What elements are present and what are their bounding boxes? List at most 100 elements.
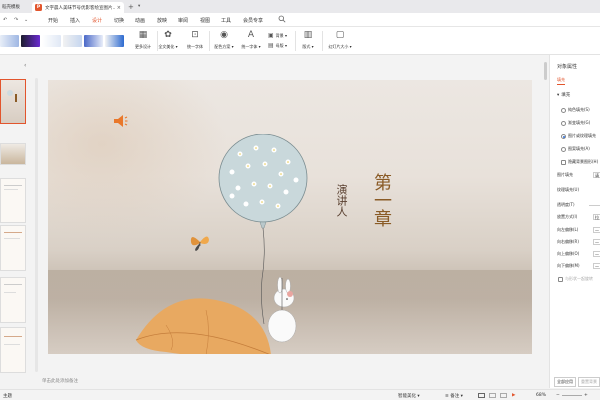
fill-section-header[interactable]: ▾ 填充 bbox=[557, 92, 570, 99]
color-scheme-button[interactable]: ◉ 配色方案 ▾ bbox=[211, 30, 237, 50]
menu-insert[interactable]: 插入 bbox=[70, 17, 80, 24]
tab-list-chevron-icon[interactable]: ▾ bbox=[138, 4, 140, 9]
offset-left-input[interactable]: — bbox=[593, 227, 600, 233]
template-thumb[interactable] bbox=[21, 35, 40, 47]
placement-select[interactable]: 拉 bbox=[593, 214, 600, 220]
zoom-slider[interactable] bbox=[562, 395, 582, 396]
radio-pattern-fill[interactable]: 图案填充(A) bbox=[561, 146, 590, 152]
master-button[interactable]: ▤ 母版 ▾ bbox=[268, 42, 287, 49]
scrollbar-thumb[interactable] bbox=[544, 62, 547, 80]
menu-review[interactable]: 审阅 bbox=[178, 17, 188, 24]
more-designs-button[interactable]: ▦ 更多设计 bbox=[130, 30, 156, 50]
menu-view[interactable]: 视图 bbox=[200, 17, 210, 24]
sorter-view-icon[interactable] bbox=[489, 393, 496, 398]
layout-button[interactable]: ▥ 版式 ▾ bbox=[295, 30, 321, 50]
radio-solid-fill[interactable]: 纯色填充(S) bbox=[561, 107, 590, 113]
slide-thumbnail[interactable] bbox=[0, 143, 26, 165]
offset-top-row: 向上偏移(O) — bbox=[557, 251, 600, 257]
zoom-out-icon[interactable]: − bbox=[556, 393, 560, 398]
template-thumb[interactable] bbox=[42, 35, 61, 47]
checkbox-rotate-with-shape[interactable]: 与形状一起旋转 bbox=[558, 276, 593, 282]
design-template-gallery[interactable] bbox=[0, 35, 124, 47]
reset-background-button[interactable]: 重置背景 bbox=[578, 377, 600, 387]
unify-font-button[interactable]: ⊡ 统一字体 bbox=[182, 30, 208, 50]
slide-thumbnail[interactable] bbox=[0, 327, 26, 373]
radio-picture-fill[interactable]: 图片或纹理填充 bbox=[561, 133, 596, 139]
background-icon: ▣ bbox=[268, 32, 274, 39]
notes-toggle-button[interactable]: ≡ 备注 ▾ bbox=[445, 393, 463, 399]
new-tab-icon[interactable]: + bbox=[128, 3, 134, 11]
slide-thumbnail[interactable] bbox=[0, 178, 26, 223]
menu-transition[interactable]: 切换 bbox=[114, 17, 124, 24]
slide-size-icon: ▢ bbox=[335, 30, 345, 40]
document-title: 文字晨人美味节号优影客绘宣图片… bbox=[45, 5, 115, 11]
menu-bar: ↶ ↷ ⌄ 开始 插入 设计 切换 动画 放映 审阅 视图 工具 会员专享 bbox=[0, 13, 600, 28]
menu-member[interactable]: 会员专享 bbox=[243, 17, 263, 24]
bunny-illustration bbox=[267, 276, 297, 343]
zoom-in-icon[interactable]: + bbox=[584, 393, 588, 398]
chevron-down-icon: ▾ bbox=[557, 92, 560, 98]
canvas-scrollbar[interactable] bbox=[544, 62, 548, 382]
thumbnail-scrollbar[interactable] bbox=[35, 78, 38, 372]
smart-beautify-button[interactable]: 智能美化 ▾ bbox=[398, 393, 420, 399]
search-icon[interactable] bbox=[278, 15, 286, 23]
zoom-level[interactable]: 68% bbox=[536, 393, 546, 398]
slide-thumbnail[interactable] bbox=[0, 277, 26, 323]
theme-label[interactable]: 主题 bbox=[3, 393, 12, 399]
checkbox-hide-bg-graphics[interactable]: 隐藏背景图形(H) bbox=[561, 159, 598, 165]
notes-placeholder[interactable]: 单击此处添加备注 bbox=[40, 378, 540, 388]
picture-source-select[interactable]: 请 bbox=[593, 172, 600, 178]
slide-subtitle[interactable]: 演讲人 bbox=[334, 184, 348, 217]
offset-bottom-row: 向下偏移(M) — bbox=[557, 263, 600, 269]
menu-animation[interactable]: 动画 bbox=[135, 17, 145, 24]
menu-start[interactable]: 开始 bbox=[48, 17, 58, 24]
collapse-panel-icon[interactable]: ‹ bbox=[24, 62, 26, 69]
butterfly-illustration bbox=[190, 236, 209, 251]
menu-design[interactable]: 设计 bbox=[92, 17, 103, 28]
transparency-slider[interactable] bbox=[589, 205, 600, 206]
offset-left-row: 向左偏移(L) — bbox=[557, 227, 600, 233]
grid-icon: ▦ bbox=[138, 30, 148, 40]
ribbon-toolbar: ▦ 更多设计 ✿ 全文美化 ▾ ⊡ 统一字体 ◉ 配色方案 ▾ A 统一字体 ▾… bbox=[0, 27, 600, 55]
home-tab[interactable]: 稻壳模板 bbox=[0, 0, 30, 13]
template-thumb[interactable] bbox=[105, 35, 124, 47]
picture-fill-row: 图片填充 请 bbox=[557, 172, 600, 178]
undo-icon[interactable]: ↶ bbox=[3, 17, 7, 23]
slide-title[interactable]: 第一章 bbox=[371, 173, 392, 227]
template-thumb[interactable] bbox=[63, 35, 82, 47]
redo-icon[interactable]: ↷ bbox=[14, 17, 18, 23]
tab-fill[interactable]: 填充 bbox=[557, 77, 565, 85]
template-thumb[interactable] bbox=[0, 35, 19, 47]
offset-bottom-input[interactable]: — bbox=[593, 263, 600, 269]
template-thumb[interactable] bbox=[84, 35, 103, 47]
unify-font-dropdown-button[interactable]: A 统一字体 ▾ bbox=[238, 30, 264, 50]
reading-view-icon[interactable] bbox=[500, 393, 507, 398]
status-bar: 主题 智能美化 ▾ ≡ 备注 ▾ ▶ 68% − + bbox=[0, 389, 600, 400]
radio-gradient-fill[interactable]: 渐变填充(G) bbox=[561, 120, 590, 126]
ribbon-divider bbox=[322, 31, 323, 51]
slide-size-button[interactable]: ▢ 幻灯片大小 ▾ bbox=[324, 30, 356, 50]
master-icon: ▤ bbox=[268, 42, 274, 49]
title-bar: 稻壳模板 P 文字晨人美味节号优影客绘宣图片… × + ▾ bbox=[0, 0, 600, 13]
slide-thumbnail[interactable] bbox=[0, 79, 26, 124]
ribbon-divider bbox=[209, 31, 210, 51]
panel-title: 对象属性 bbox=[557, 64, 578, 70]
offset-top-input[interactable]: — bbox=[593, 251, 600, 257]
object-properties-panel: 对象属性 填充 ▾ 填充 纯色填充(S) 渐变填充(G) 图片或纹理填充 图案填… bbox=[549, 55, 600, 388]
slide-canvas[interactable]: 第一章 演讲人 bbox=[48, 80, 532, 354]
background-button[interactable]: ▣ 背景 ▾ bbox=[268, 32, 287, 39]
quick-access-more-icon[interactable]: ⌄ bbox=[24, 17, 28, 23]
close-tab-icon[interactable]: × bbox=[117, 5, 121, 11]
offset-right-row: 向右偏移(R) — bbox=[557, 239, 600, 245]
beautify-all-button[interactable]: ✿ 全文美化 ▾ bbox=[155, 30, 181, 50]
normal-view-icon[interactable] bbox=[478, 393, 485, 398]
menu-slideshow[interactable]: 放映 bbox=[157, 17, 167, 24]
text-icon: A bbox=[247, 30, 255, 40]
menu-tools[interactable]: 工具 bbox=[221, 17, 231, 24]
palette-icon: ◉ bbox=[220, 30, 228, 40]
offset-right-input[interactable]: — bbox=[593, 239, 600, 245]
apply-all-button[interactable]: 全部应用 bbox=[554, 377, 576, 387]
play-icon[interactable]: ▶ bbox=[512, 393, 515, 398]
slide-thumbnail[interactable] bbox=[0, 225, 26, 271]
document-tab[interactable]: P 文字晨人美味节号优影客绘宣图片… × bbox=[32, 2, 124, 13]
